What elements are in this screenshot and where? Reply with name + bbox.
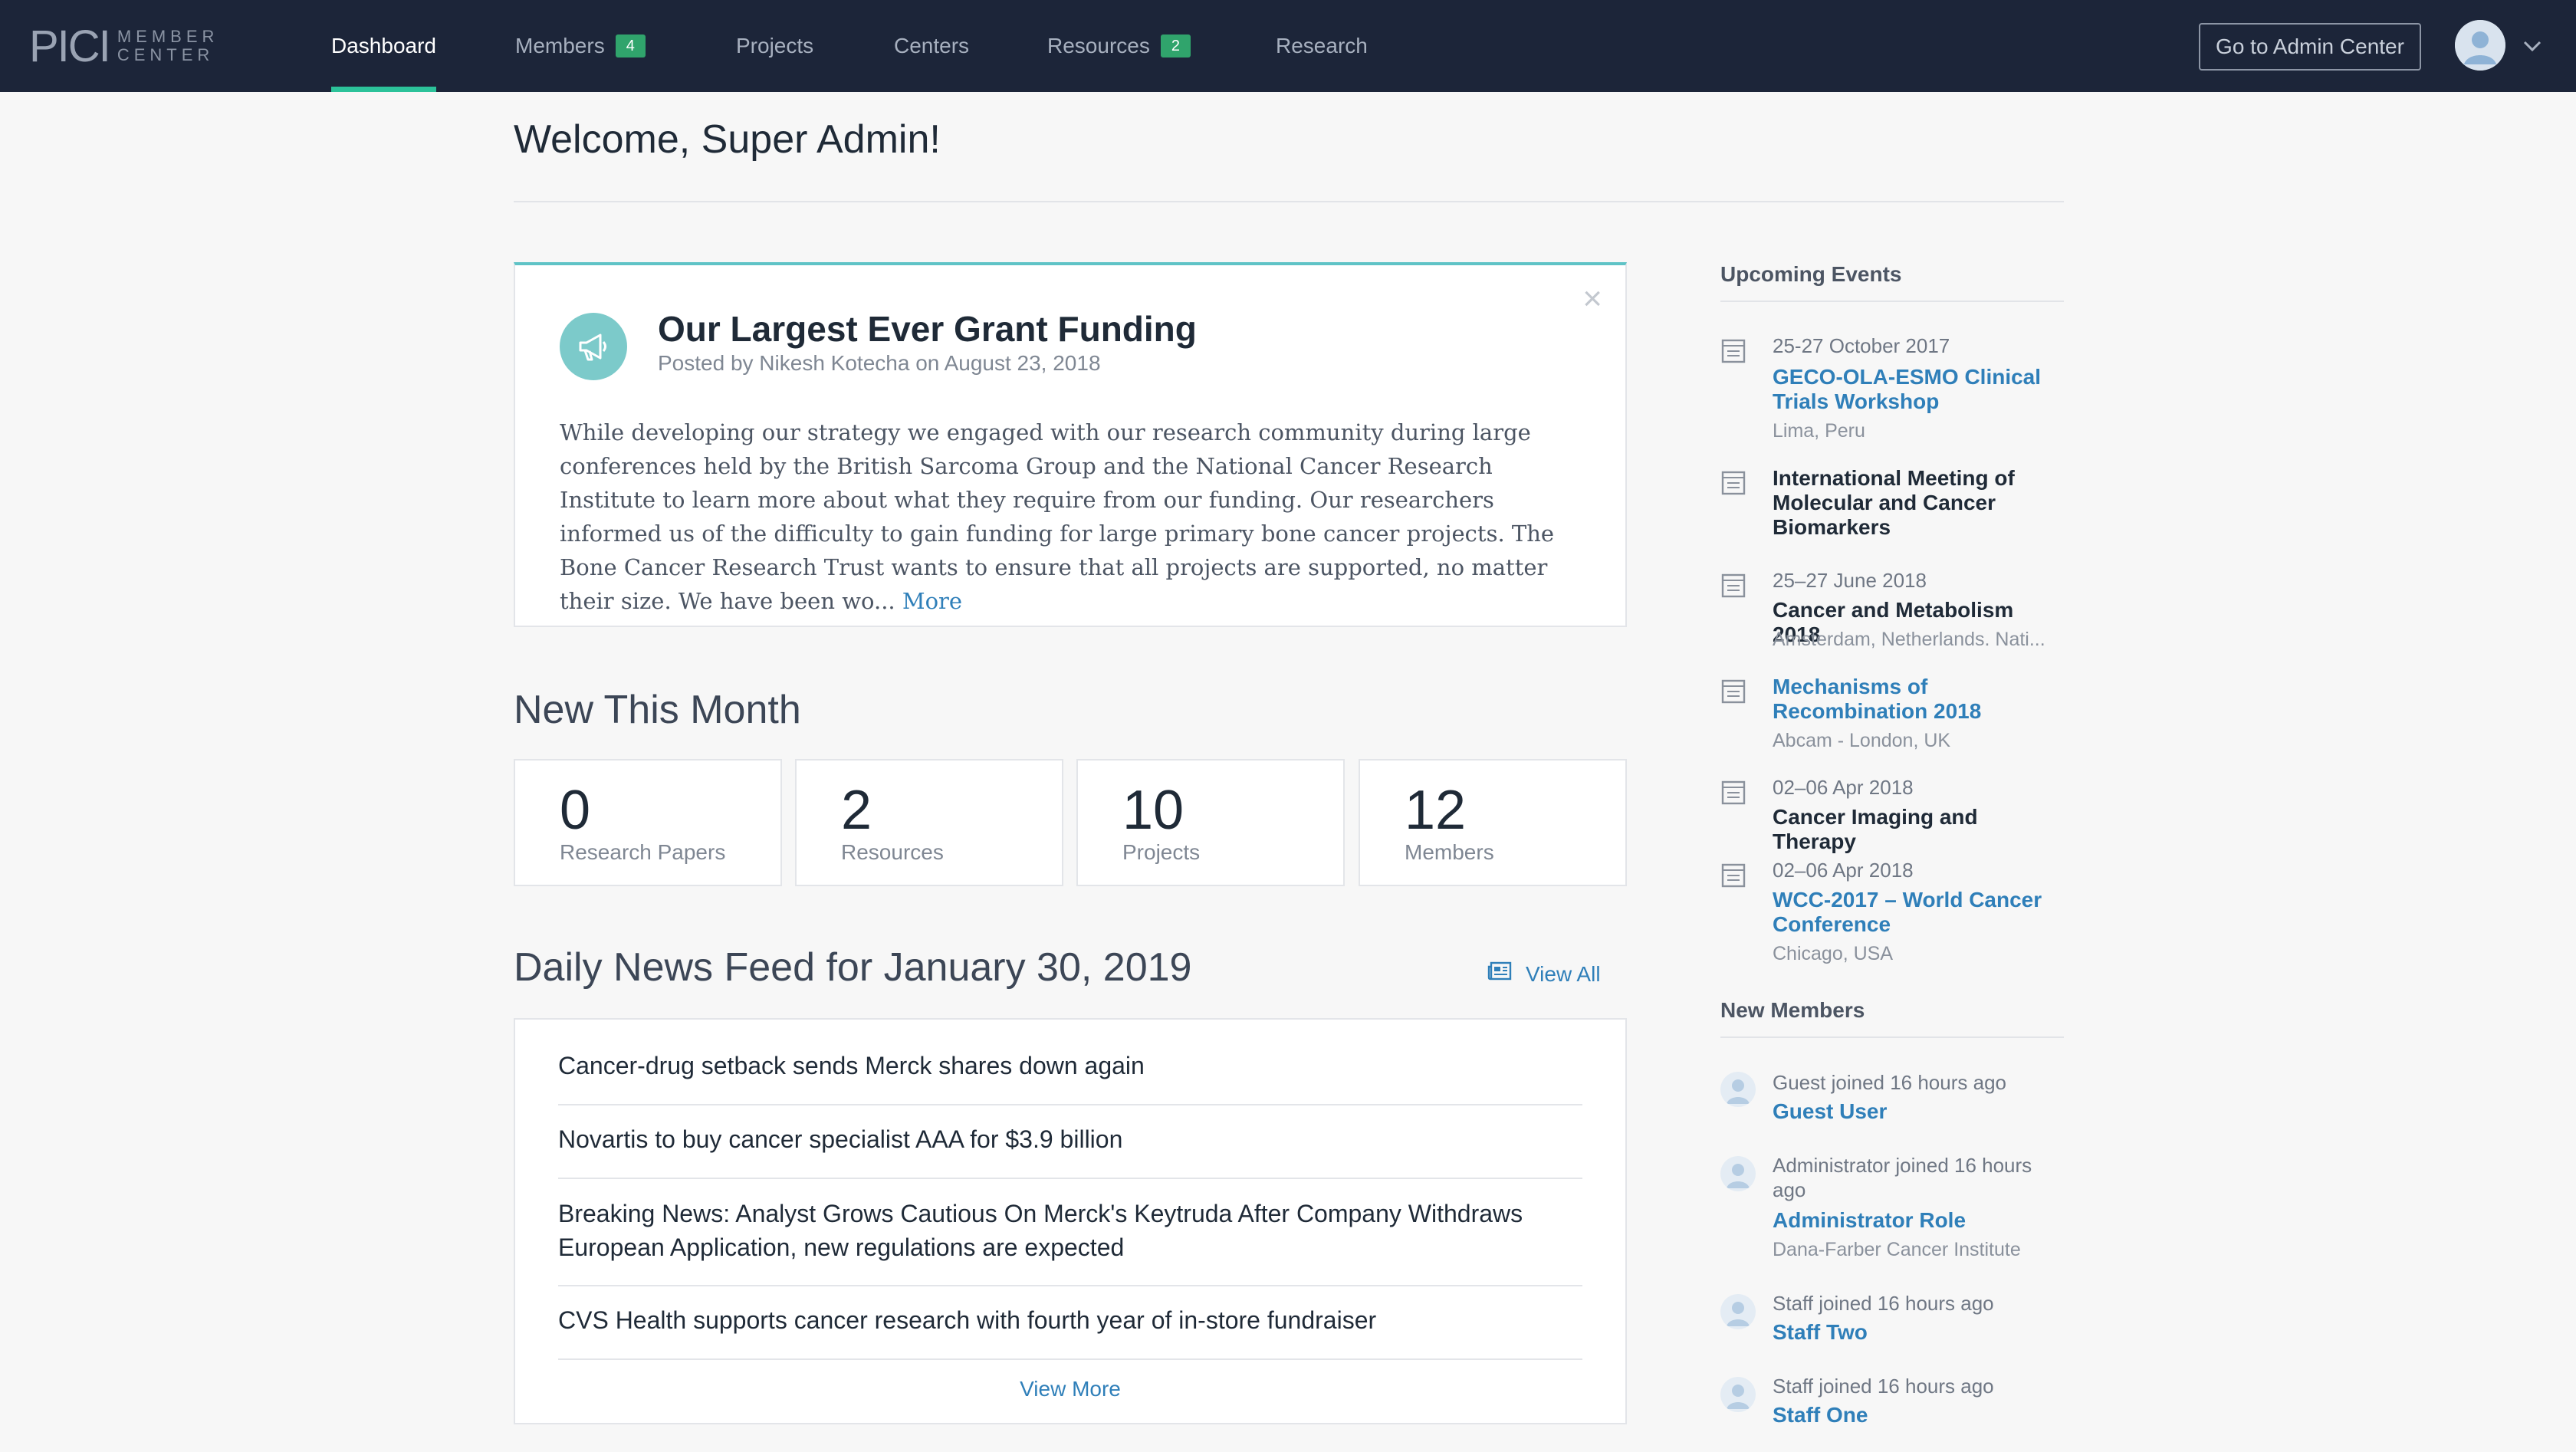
- nav-dashboard[interactable]: Dashboard: [331, 0, 436, 92]
- close-icon[interactable]: ×: [1582, 282, 1602, 316]
- stat-resources[interactable]: 2 Resources: [795, 759, 1063, 886]
- nav-research-label: Research: [1276, 34, 1368, 57]
- member-name-link[interactable]: Guest User: [1773, 1099, 1887, 1124]
- event-date: 02–06 Apr 2018: [1773, 776, 1914, 799]
- nav-resources-label: Resources: [1047, 34, 1150, 57]
- member-organization: Dana-Farber Cancer Institute: [1773, 1239, 2021, 1260]
- pici-logo[interactable]: PICI MEMBER CENTER: [29, 21, 219, 71]
- user-menu[interactable]: [2455, 20, 2542, 71]
- news-item[interactable]: Novartis to buy cancer specialist AAA fo…: [558, 1122, 1582, 1156]
- stat-value: 10: [1122, 780, 1184, 841]
- members-count-badge: 4: [615, 34, 646, 57]
- event-title-link[interactable]: GECO-OLA-ESMO Clinical Trials Workshop: [1773, 365, 2064, 414]
- nav-members[interactable]: Members 4: [515, 0, 646, 92]
- user-avatar-icon: [1720, 1294, 1756, 1329]
- nav-centers-label: Centers: [894, 34, 970, 57]
- news-divider: [558, 1285, 1582, 1286]
- event-date: 25–27 June 2018: [1773, 569, 1927, 592]
- announcement-more-link[interactable]: More: [902, 588, 962, 614]
- members-divider: [1720, 1036, 2064, 1038]
- event-title: International Meeting of Molecular and C…: [1773, 466, 2015, 539]
- calendar-icon: [1721, 573, 1746, 598]
- logo-subtitle-line2: CENTER: [117, 45, 215, 64]
- member-name-link[interactable]: Staff One: [1773, 1403, 1868, 1427]
- stat-label: Projects: [1122, 840, 1201, 864]
- news-divider: [558, 1104, 1582, 1105]
- nav-resources[interactable]: Resources 2: [1047, 0, 1191, 92]
- announcement-meta: Posted by Nikesh Kotecha on August 23, 2…: [658, 351, 1101, 375]
- newspaper-icon: [1487, 961, 1512, 987]
- member-joined-text: Staff joined 16 hours ago: [1773, 1375, 1994, 1398]
- event-title: Cancer Imaging and Therapy: [1773, 805, 1978, 853]
- top-navigation-bar: PICI MEMBER CENTER Dashboard Members 4 P…: [0, 0, 2576, 92]
- chevron-down-icon: [2522, 33, 2542, 57]
- stat-label: Research Papers: [560, 840, 726, 864]
- go-to-admin-center-button[interactable]: Go to Admin Center: [2199, 23, 2421, 71]
- member-name-link[interactable]: Staff Two: [1773, 1320, 1868, 1345]
- nav-dashboard-label: Dashboard: [331, 34, 436, 57]
- calendar-icon: [1721, 679, 1746, 704]
- member-name-link[interactable]: Administrator Role: [1773, 1208, 1966, 1233]
- new-members-heading: New Members: [1720, 998, 1865, 1022]
- upcoming-events-heading: Upcoming Events: [1720, 262, 1902, 286]
- events-divider: [1720, 301, 2064, 302]
- stat-members[interactable]: 12 Members: [1359, 759, 1627, 886]
- event-title-link[interactable]: Mechanisms of Recombination 2018: [1773, 675, 2064, 724]
- header-divider: [514, 201, 2064, 202]
- news-item[interactable]: Cancer-drug setback sends Merck shares d…: [558, 1049, 1582, 1082]
- user-avatar-icon: [2455, 20, 2505, 71]
- view-all-label: View All: [1526, 961, 1601, 986]
- member-joined-text: Staff joined 16 hours ago: [1773, 1292, 1994, 1315]
- logo-subtitle-line1: MEMBER: [117, 27, 219, 46]
- nav-members-label: Members: [515, 34, 605, 57]
- new-this-month-heading: New This Month: [514, 688, 801, 732]
- stat-research-papers[interactable]: 0 Research Papers: [514, 759, 782, 886]
- user-avatar-icon: [1720, 1377, 1756, 1412]
- user-avatar-icon: [1720, 1156, 1756, 1191]
- event-location: Abcam - London, UK: [1773, 730, 1951, 751]
- stat-label: Resources: [841, 840, 944, 864]
- news-feed-heading: Daily News Feed for January 30, 2019: [514, 945, 1192, 990]
- calendar-icon: [1721, 471, 1746, 495]
- view-all-news-link[interactable]: View All: [1487, 961, 1601, 987]
- nav-projects-label: Projects: [736, 34, 814, 57]
- logo-subtitle: MEMBER CENTER: [117, 28, 219, 64]
- event-title-link[interactable]: WCC-2017 – World Cancer Conference: [1773, 888, 2064, 937]
- page-title: Welcome, Super Admin!: [514, 117, 941, 162]
- user-avatar-icon: [1720, 1072, 1756, 1107]
- resources-count-badge: 2: [1160, 34, 1191, 57]
- news-item[interactable]: Breaking News: Analyst Grows Cautious On…: [558, 1197, 1582, 1264]
- news-divider: [558, 1178, 1582, 1179]
- announcement-card: × Our Largest Ever Grant Funding Posted …: [514, 262, 1627, 627]
- event-location: Amsterdam, Netherlands. Nati...: [1773, 629, 2045, 650]
- announcement-title: Our Largest Ever Grant Funding: [658, 309, 1197, 349]
- calendar-icon: [1721, 339, 1746, 363]
- logo-wordmark: PICI: [29, 21, 111, 71]
- nav-centers[interactable]: Centers: [894, 0, 969, 92]
- stat-value: 2: [841, 780, 872, 841]
- view-more-news-link[interactable]: View More: [514, 1377, 1627, 1401]
- news-divider: [558, 1358, 1582, 1360]
- nav-research[interactable]: Research: [1276, 0, 1368, 92]
- member-joined-text: Guest joined 16 hours ago: [1773, 1071, 2006, 1094]
- event-location: Chicago, USA: [1773, 943, 1894, 964]
- event-date: 02–06 Apr 2018: [1773, 859, 1914, 882]
- megaphone-icon: [560, 313, 627, 380]
- event-date: 25-27 October 2017: [1773, 334, 1950, 357]
- nav-projects[interactable]: Projects: [736, 0, 813, 92]
- member-joined-text: Administrator joined 16 hours ago: [1773, 1154, 2032, 1201]
- announcement-body: While developing our strategy we engaged…: [560, 416, 1587, 618]
- stat-value: 0: [560, 780, 591, 841]
- calendar-icon: [1721, 780, 1746, 805]
- event-location: Lima, Peru: [1773, 420, 1865, 442]
- announcement-body-text: While developing our strategy we engaged…: [560, 419, 1555, 614]
- stat-label: Members: [1405, 840, 1494, 864]
- stat-value: 12: [1405, 780, 1467, 841]
- calendar-icon: [1721, 863, 1746, 888]
- news-item[interactable]: CVS Health supports cancer research with…: [558, 1303, 1582, 1337]
- stat-projects[interactable]: 10 Projects: [1076, 759, 1345, 886]
